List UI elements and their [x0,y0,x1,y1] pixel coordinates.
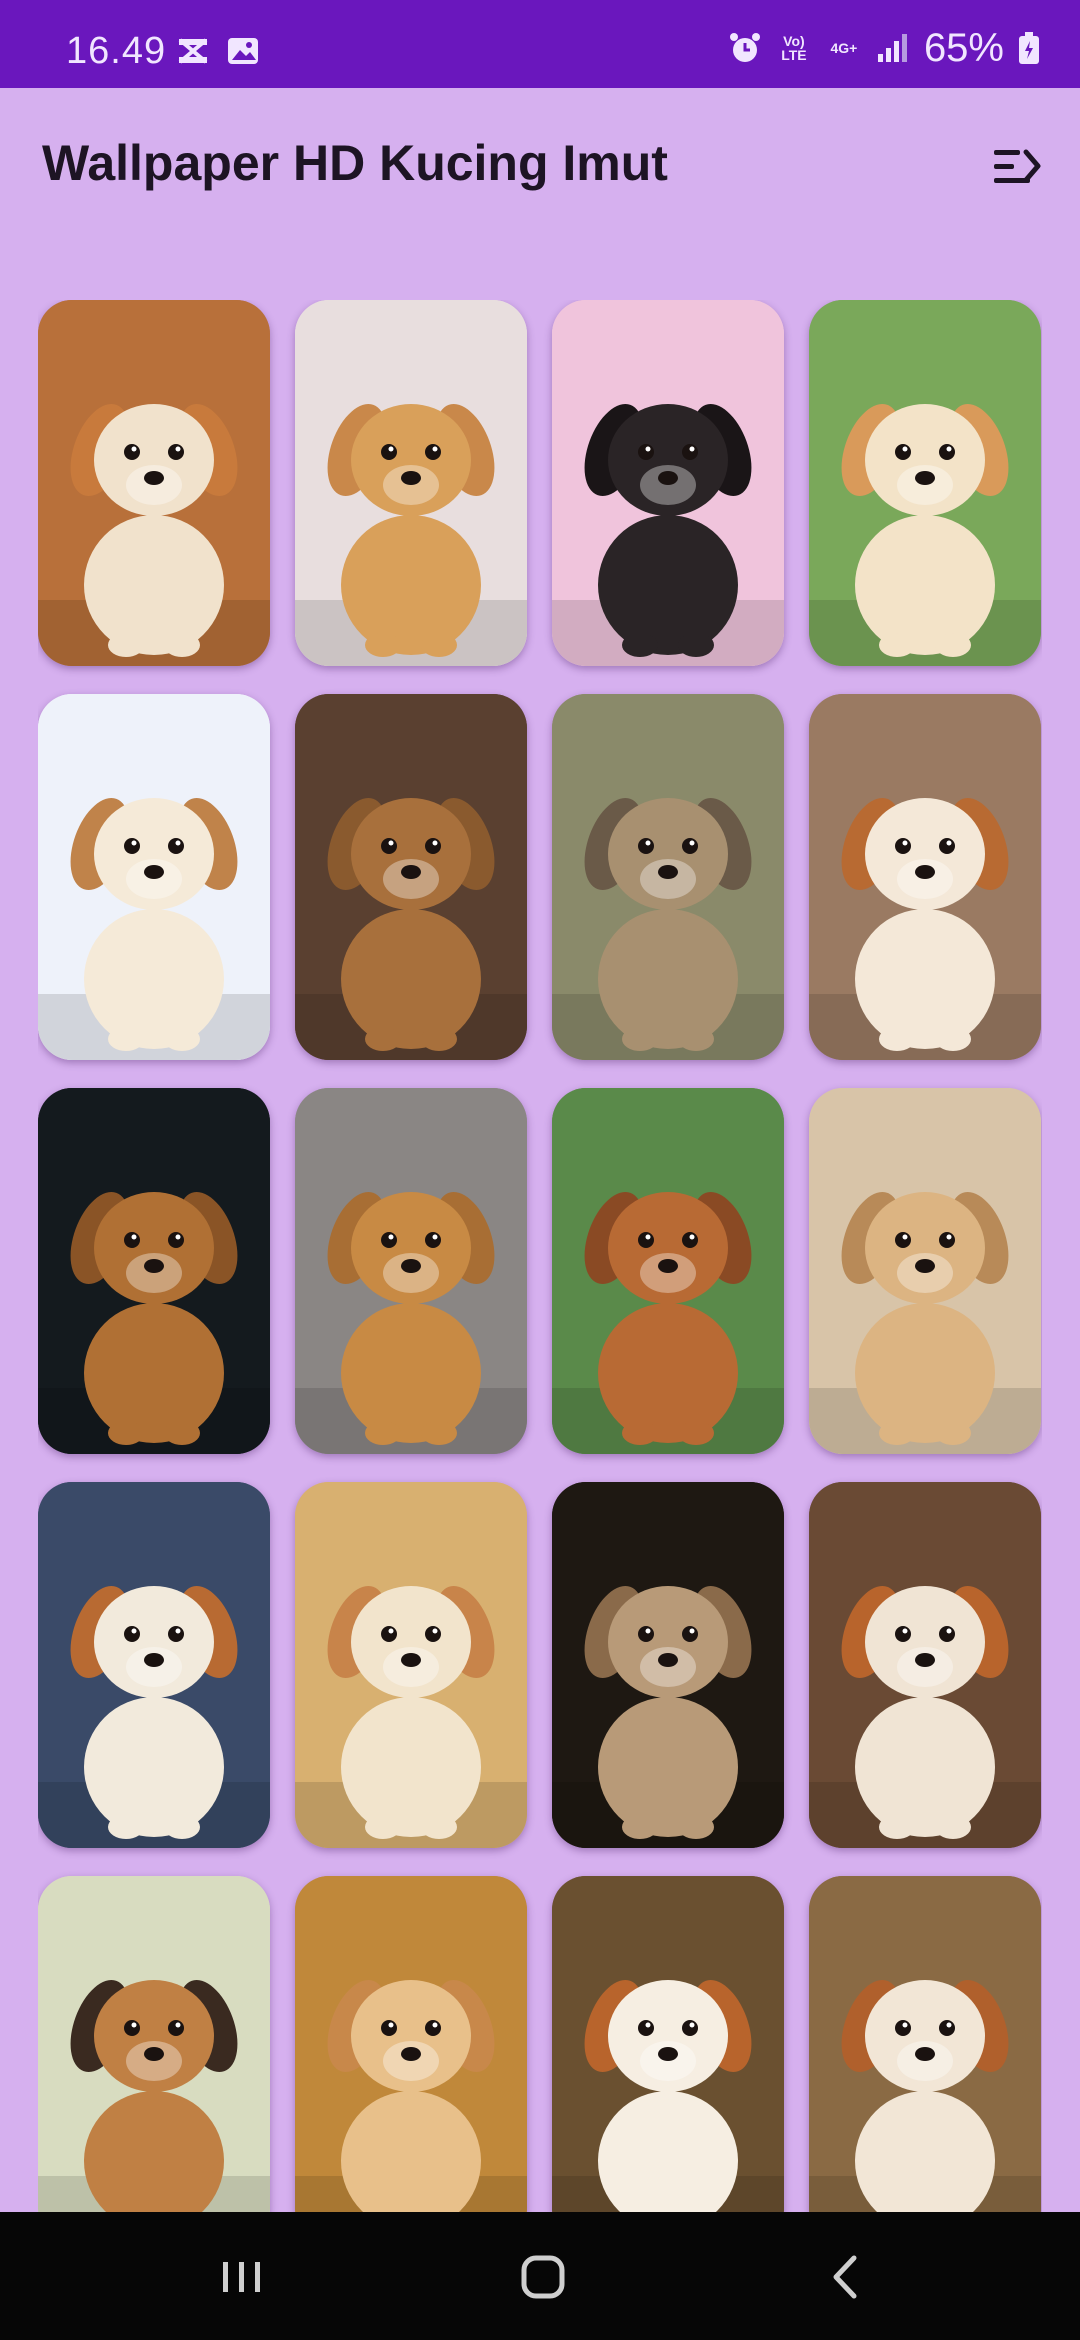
wallpaper-thumbnail[interactable] [552,1482,784,1848]
puppy-wallpaper-image [38,1088,270,1454]
puppy-wallpaper-image [809,1876,1041,2212]
gallery-icon [228,38,258,64]
puppy-wallpaper-image [809,694,1041,1060]
wallpaper-thumbnail[interactable] [295,300,527,666]
puppy-wallpaper-image [809,300,1041,666]
wallpaper-thumbnail[interactable] [38,1876,270,2212]
wallpaper-thumbnail[interactable] [552,300,784,666]
sync-off-icon [178,38,208,64]
status-bar: 16.49 Vo) LTE 4G+ 65% [0,0,1080,88]
puppy-wallpaper-image [295,1876,527,2212]
puppy-wallpaper-image [809,1088,1041,1454]
wallpaper-thumbnail[interactable] [552,1088,784,1454]
puppy-wallpaper-image [295,300,527,666]
wallpaper-thumbnail[interactable] [809,1876,1041,2212]
puppy-wallpaper-image [295,1088,527,1454]
wallpaper-thumbnail[interactable] [38,1088,270,1454]
puppy-wallpaper-image [552,1876,784,2212]
wallpaper-thumbnail[interactable] [809,300,1041,666]
alarm-icon [729,33,760,62]
page-title: Wallpaper HD Kucing Imut [42,135,668,191]
wallpaper-thumbnail[interactable] [38,694,270,1060]
app-bar: Wallpaper HD Kucing Imut [0,88,1080,238]
battery-percentage: 65% [923,25,1004,70]
wallpaper-thumbnail[interactable] [295,1482,527,1848]
recent-apps-button[interactable] [207,2242,277,2312]
puppy-wallpaper-image [809,1482,1041,1848]
puppy-wallpaper-image [552,1482,784,1848]
puppy-wallpaper-image [552,300,784,666]
navigation-bar [0,2212,1080,2340]
home-button[interactable] [508,2242,578,2312]
wallpaper-thumbnail[interactable] [295,694,527,1060]
wallpaper-thumbnail[interactable] [552,694,784,1060]
data-4g-icon: 4G+ [830,40,858,56]
status-time: 16.49 [66,30,167,72]
puppy-wallpaper-image [552,1088,784,1454]
wallpaper-thumbnail[interactable] [809,694,1041,1060]
back-icon [833,2255,857,2299]
wallpaper-thumbnail[interactable] [295,1088,527,1454]
puppy-wallpaper-image [295,694,527,1060]
home-icon [521,2255,565,2299]
wallpaper-thumbnail[interactable] [809,1088,1041,1454]
menu-button[interactable] [986,136,1046,196]
status-right-group: Vo) LTE 4G+ 65% [728,25,1040,70]
wallpaper-grid [38,300,1042,2212]
battery-icon [1019,32,1039,64]
wallpaper-thumbnail[interactable] [38,1482,270,1848]
puppy-wallpaper-image [295,1482,527,1848]
signal-icon [877,34,907,62]
wallpaper-thumbnail[interactable] [809,1482,1041,1848]
puppy-wallpaper-image [38,694,270,1060]
puppy-wallpaper-image [38,300,270,666]
puppy-wallpaper-image [38,1876,270,2212]
recent-apps-icon [223,2262,260,2292]
wallpaper-thumbnail[interactable] [38,300,270,666]
puppy-wallpaper-image [552,694,784,1060]
wallpaper-thumbnail[interactable] [552,1876,784,2212]
sort-menu-icon [994,149,1041,183]
puppy-wallpaper-image [38,1482,270,1848]
back-button[interactable] [812,2242,882,2312]
volte-icon: Vo) LTE [781,33,807,63]
wallpaper-thumbnail[interactable] [295,1876,527,2212]
